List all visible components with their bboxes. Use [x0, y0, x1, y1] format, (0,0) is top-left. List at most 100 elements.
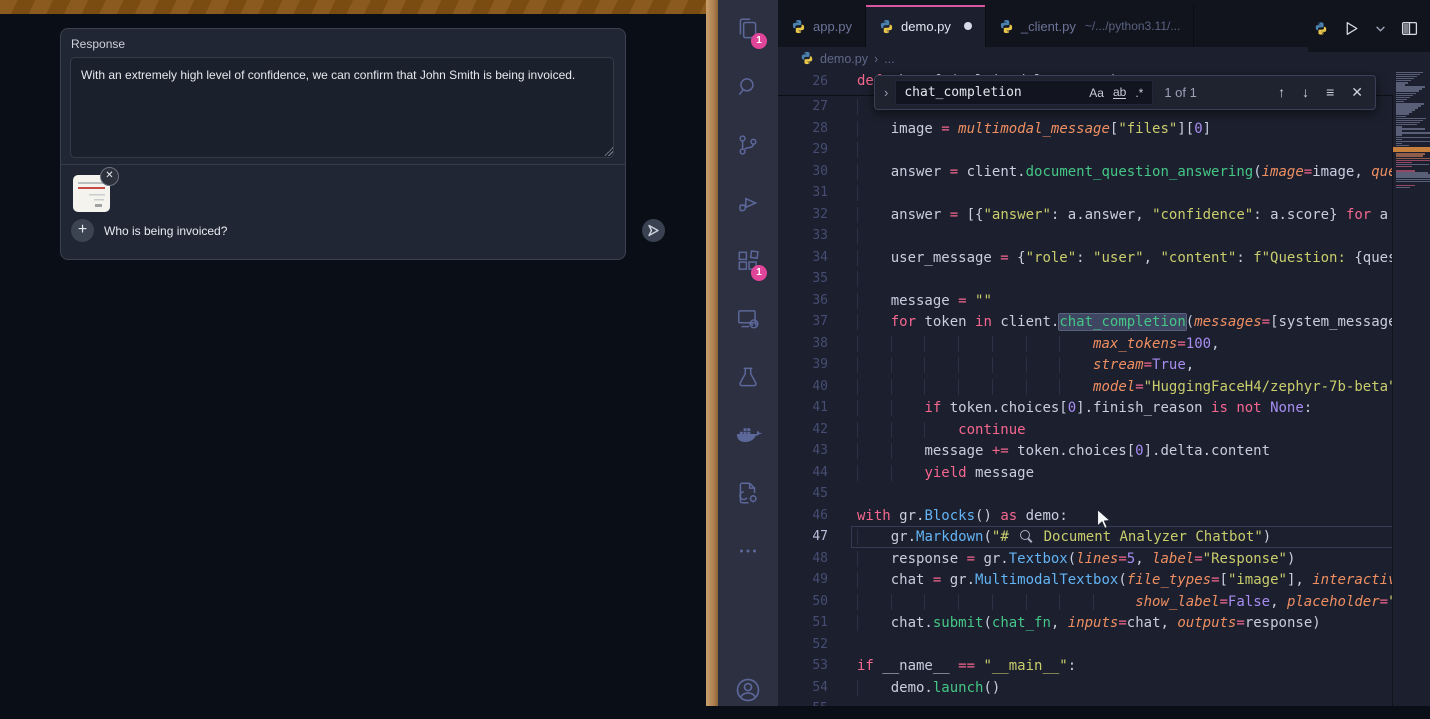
code-line-44[interactable]: 44 yield message [778, 462, 1393, 484]
code-line-30[interactable]: 30 answer = client.document_question_ans… [778, 161, 1393, 183]
find-input[interactable]: chat_completion Aa ab .* [895, 80, 1153, 105]
activity-item-run-debug[interactable] [718, 174, 778, 232]
match-case-toggle[interactable]: Aa [1089, 86, 1104, 100]
activity-item-more[interactable] [718, 522, 778, 580]
chat-message-input[interactable]: Who is being invoiced? [104, 224, 227, 238]
line-number[interactable]: 35 [778, 268, 828, 290]
code-line-42[interactable]: 42 continue [778, 419, 1393, 441]
code-line-29[interactable]: 29 [778, 139, 1393, 161]
code-line-55[interactable]: 55 [778, 698, 1393, 706]
line-number[interactable]: 43 [778, 440, 828, 462]
add-file-button[interactable]: + [71, 219, 94, 242]
hidden-tab-sliver [1314, 21, 1328, 36]
code-token: [system_message, user_message], [1270, 314, 1393, 330]
activity-item-account[interactable] [718, 661, 778, 719]
line-number[interactable]: 28 [778, 118, 828, 140]
code-line-50[interactable]: 50 show_label=False, placeholder="Upload… [778, 591, 1393, 613]
tab-_client.py[interactable]: _client.py~/.../python3.11/... [986, 5, 1194, 47]
code-line-47[interactable]: 47 gr.Markdown("# Document Analyzer Chat… [778, 526, 1393, 548]
minimap[interactable] [1392, 71, 1430, 706]
code-line-45[interactable]: 45 [778, 483, 1393, 505]
whole-word-toggle[interactable]: ab [1113, 87, 1126, 99]
activity-item-source-control[interactable] [718, 116, 778, 174]
find-close-button[interactable]: ✕ [1351, 84, 1363, 101]
line-number[interactable]: 47 [778, 526, 828, 548]
activity-item-testing[interactable] [718, 348, 778, 406]
line-number[interactable]: 46 [778, 505, 828, 527]
line-number[interactable]: 49 [778, 569, 828, 591]
send-button[interactable] [642, 219, 665, 242]
code-editor[interactable]: 27 28 image = multimodal_message["files"… [778, 71, 1430, 706]
line-number[interactable]: 38 [778, 333, 828, 355]
line-number[interactable]: 26 [778, 71, 828, 93]
tab-demo.py[interactable]: demo.py [866, 5, 986, 47]
code-line-34[interactable]: 34 user_message = {"role": "user", "cont… [778, 247, 1393, 269]
line-number[interactable]: 50 [778, 591, 828, 613]
line-content [851, 634, 1393, 656]
run-python-file-button[interactable] [1343, 20, 1360, 37]
code-line-38[interactable]: 38 max_tokens=100, [778, 333, 1393, 355]
line-number[interactable]: 51 [778, 612, 828, 634]
line-number[interactable]: 45 [778, 483, 828, 505]
breadcrumb-symbol-ellipsis[interactable]: ... [884, 52, 894, 66]
code-line-40[interactable]: 40 model="HuggingFaceH4/zephyr-7b-beta")… [778, 376, 1393, 398]
toggle-replace-chevron-icon[interactable]: › [875, 85, 895, 100]
line-number[interactable]: 55 [778, 698, 828, 706]
line-number[interactable]: 48 [778, 548, 828, 570]
line-number[interactable]: 34 [778, 247, 828, 269]
split-editor-button[interactable] [1401, 20, 1418, 37]
line-number[interactable]: 30 [778, 161, 828, 183]
window-divider-sash[interactable] [706, 0, 718, 706]
find-previous-button[interactable]: ↑ [1278, 84, 1285, 101]
code-line-37[interactable]: 37 for token in client.chat_completion(m… [778, 311, 1393, 333]
line-number[interactable]: 40 [778, 376, 828, 398]
tab-app.py[interactable]: app.py [778, 5, 866, 47]
line-number[interactable]: 54 [778, 677, 828, 699]
line-number[interactable]: 31 [778, 182, 828, 204]
activity-item-search[interactable] [718, 58, 778, 116]
line-number[interactable]: 41 [778, 397, 828, 419]
line-number[interactable]: 29 [778, 139, 828, 161]
code-line-46[interactable]: 46with gr.Blocks() as demo: [778, 505, 1393, 527]
code-line-31[interactable]: 31 [778, 182, 1393, 204]
code-line-49[interactable]: 49 chat = gr.MultimodalTextbox(file_type… [778, 569, 1393, 591]
code-line-39[interactable]: 39 stream=True, [778, 354, 1393, 376]
line-number[interactable]: 33 [778, 225, 828, 247]
regex-toggle[interactable]: .* [1135, 86, 1143, 100]
code-line-48[interactable]: 48 response = gr.Textbox(lines=5, label=… [778, 548, 1393, 570]
indent-guide [1093, 594, 1127, 610]
code-line-28[interactable]: 28 image = multimodal_message["files"][0… [778, 118, 1393, 140]
code-line-35[interactable]: 35 [778, 268, 1393, 290]
code-line-41[interactable]: 41 if token.choices[0].finish_reason is … [778, 397, 1393, 419]
line-number[interactable]: 53 [778, 655, 828, 677]
activity-item-extensions[interactable]: 1 [718, 232, 778, 290]
line-number[interactable]: 39 [778, 354, 828, 376]
code-line-54[interactable]: 54 demo.launch() [778, 677, 1393, 699]
code-line-43[interactable]: 43 message += token.choices[0].delta.con… [778, 440, 1393, 462]
remove-attachment-button[interactable]: ✕ [100, 167, 119, 186]
find-next-button[interactable]: ↓ [1302, 84, 1309, 101]
breadcrumb-file[interactable]: demo.py [820, 52, 868, 66]
line-number[interactable]: 44 [778, 462, 828, 484]
line-number[interactable]: 37 [778, 311, 828, 333]
activity-item-remote-explorer[interactable] [718, 290, 778, 348]
activity-item-cpp-tools[interactable] [718, 464, 778, 522]
line-number[interactable]: 36 [778, 290, 828, 312]
code-line-33[interactable]: 33 [778, 225, 1393, 247]
response-textarea[interactable]: With an extremely high level of confiden… [70, 57, 614, 158]
run-dropdown-chevron-icon[interactable] [1375, 23, 1386, 34]
code-line-53[interactable]: 53if __name__ == "__main__": [778, 655, 1393, 677]
line-number[interactable]: 42 [778, 419, 828, 441]
activity-item-docker[interactable] [718, 406, 778, 464]
unsaved-dot-icon[interactable] [964, 22, 972, 30]
code-line-32[interactable]: 32 answer = [{"answer": a.answer, "confi… [778, 204, 1393, 226]
line-number[interactable]: 32 [778, 204, 828, 226]
textarea-resize-handle[interactable] [604, 147, 613, 156]
line-number[interactable]: 52 [778, 634, 828, 656]
code-line-52[interactable]: 52 [778, 634, 1393, 656]
find-in-selection-button[interactable]: ≡ [1326, 84, 1334, 101]
code-line-36[interactable]: 36 message = "" [778, 290, 1393, 312]
activity-item-explorer[interactable]: 1 [718, 0, 778, 58]
code-line-51[interactable]: 51 chat.submit(chat_fn, inputs=chat, out… [778, 612, 1393, 634]
line-number[interactable]: 27 [778, 96, 828, 118]
